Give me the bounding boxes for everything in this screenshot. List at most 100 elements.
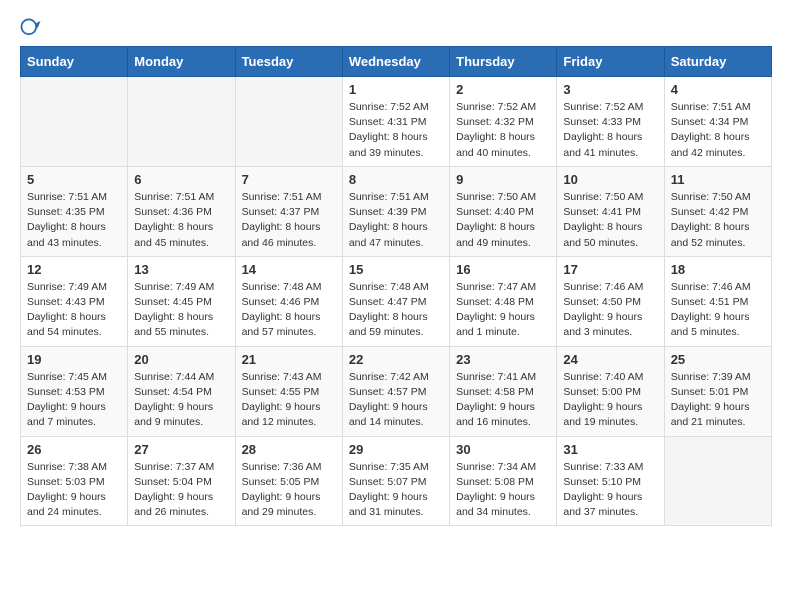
day-number: 27 xyxy=(134,442,228,457)
weekday-header-monday: Monday xyxy=(128,47,235,77)
day-number: 29 xyxy=(349,442,443,457)
calendar-cell: 16 Sunrise: 7:47 AM Sunset: 4:48 PM Dayli… xyxy=(450,256,557,346)
calendar-cell: 15 Sunrise: 7:48 AM Sunset: 4:47 PM Dayli… xyxy=(342,256,449,346)
day-info: Sunrise: 7:52 AM Sunset: 4:33 PM Dayligh… xyxy=(563,100,657,161)
day-info: Sunrise: 7:37 AM Sunset: 5:04 PM Dayligh… xyxy=(134,460,228,521)
day-number: 9 xyxy=(456,172,550,187)
calendar-cell xyxy=(664,436,771,526)
calendar-cell: 24 Sunrise: 7:40 AM Sunset: 5:00 PM Dayli… xyxy=(557,346,664,436)
day-number: 21 xyxy=(242,352,336,367)
calendar-week-row: 12 Sunrise: 7:49 AM Sunset: 4:43 PM Dayli… xyxy=(21,256,772,346)
day-number: 2 xyxy=(456,82,550,97)
calendar-cell: 19Sunrise: 7:45 AM Sunset: 4:53 PM Dayli… xyxy=(21,346,128,436)
day-info: Sunrise: 7:42 AM Sunset: 4:57 PM Dayligh… xyxy=(349,370,443,431)
calendar-cell: 30Sunrise: 7:34 AM Sunset: 5:08 PM Dayli… xyxy=(450,436,557,526)
day-number: 19 xyxy=(27,352,121,367)
day-info: Sunrise: 7:51 AM Sunset: 4:35 PM Dayligh… xyxy=(27,190,121,251)
day-number: 8 xyxy=(349,172,443,187)
calendar-cell: 2Sunrise: 7:52 AM Sunset: 4:32 PM Daylig… xyxy=(450,77,557,167)
day-number: 12 xyxy=(27,262,121,277)
day-info: Sunrise: 7:47 AM Sunset: 4:48 PM Dayligh… xyxy=(456,280,550,341)
day-info: Sunrise: 7:50 AM Sunset: 4:40 PM Dayligh… xyxy=(456,190,550,251)
calendar-week-row: 5 Sunrise: 7:51 AM Sunset: 4:35 PM Daylig… xyxy=(21,166,772,256)
calendar-cell: 11 Sunrise: 7:50 AM Sunset: 4:42 PM Dayli… xyxy=(664,166,771,256)
day-info: Sunrise: 7:35 AM Sunset: 5:07 PM Dayligh… xyxy=(349,460,443,521)
day-info: Sunrise: 7:36 AM Sunset: 5:05 PM Dayligh… xyxy=(242,460,336,521)
logo-icon xyxy=(20,18,42,40)
day-number: 20 xyxy=(134,352,228,367)
calendar-week-row: 26 Sunrise: 7:38 AM Sunset: 5:03 PM Dayli… xyxy=(21,436,772,526)
day-info: Sunrise: 7:43 AM Sunset: 4:55 PM Dayligh… xyxy=(242,370,336,431)
day-info: Sunrise: 7:44 AM Sunset: 4:54 PM Dayligh… xyxy=(134,370,228,431)
day-info: Sunrise: 7:51 AM Sunset: 4:34 PM Dayligh… xyxy=(671,100,765,161)
day-number: 31 xyxy=(563,442,657,457)
day-number: 10 xyxy=(563,172,657,187)
calendar-cell xyxy=(128,77,235,167)
calendar-cell: 21 Sunrise: 7:43 AM Sunset: 4:55 PM Dayli… xyxy=(235,346,342,436)
calendar-cell: 14 Sunrise: 7:48 AM Sunset: 4:46 PM Dayli… xyxy=(235,256,342,346)
calendar-cell: 13 Sunrise: 7:49 AM Sunset: 4:45 PM Dayli… xyxy=(128,256,235,346)
day-number: 1 xyxy=(349,82,443,97)
weekday-header-saturday: Saturday xyxy=(664,47,771,77)
day-info: Sunrise: 7:51 AM Sunset: 4:39 PM Dayligh… xyxy=(349,190,443,251)
day-number: 13 xyxy=(134,262,228,277)
calendar-cell: 4Sunrise: 7:51 AM Sunset: 4:34 PM Daylig… xyxy=(664,77,771,167)
day-info: Sunrise: 7:34 AM Sunset: 5:08 PM Dayligh… xyxy=(456,460,550,521)
calendar-cell: 27 Sunrise: 7:37 AM Sunset: 5:04 PM Dayli… xyxy=(128,436,235,526)
page-header xyxy=(10,10,782,46)
day-number: 17 xyxy=(563,262,657,277)
day-number: 18 xyxy=(671,262,765,277)
calendar-cell: 9 Sunrise: 7:50 AM Sunset: 4:40 PM Daylig… xyxy=(450,166,557,256)
calendar-cell: 8 Sunrise: 7:51 AM Sunset: 4:39 PM Daylig… xyxy=(342,166,449,256)
day-number: 24 xyxy=(563,352,657,367)
day-number: 7 xyxy=(242,172,336,187)
day-info: Sunrise: 7:52 AM Sunset: 4:31 PM Dayligh… xyxy=(349,100,443,161)
calendar-table: SundayMondayTuesdayWednesdayThursdayFrid… xyxy=(20,46,772,526)
calendar-week-row: 19Sunrise: 7:45 AM Sunset: 4:53 PM Dayli… xyxy=(21,346,772,436)
weekday-header-tuesday: Tuesday xyxy=(235,47,342,77)
day-info: Sunrise: 7:50 AM Sunset: 4:41 PM Dayligh… xyxy=(563,190,657,251)
calendar-cell: 31 Sunrise: 7:33 AM Sunset: 5:10 PM Dayli… xyxy=(557,436,664,526)
day-number: 26 xyxy=(27,442,121,457)
calendar-cell: 26 Sunrise: 7:38 AM Sunset: 5:03 PM Dayli… xyxy=(21,436,128,526)
calendar-cell: 18 Sunrise: 7:46 AM Sunset: 4:51 PM Dayli… xyxy=(664,256,771,346)
calendar-cell xyxy=(235,77,342,167)
day-number: 3 xyxy=(563,82,657,97)
day-number: 5 xyxy=(27,172,121,187)
day-number: 25 xyxy=(671,352,765,367)
calendar-cell: 6 Sunrise: 7:51 AM Sunset: 4:36 PM Daylig… xyxy=(128,166,235,256)
day-number: 11 xyxy=(671,172,765,187)
day-info: Sunrise: 7:49 AM Sunset: 4:43 PM Dayligh… xyxy=(27,280,121,341)
day-info: Sunrise: 7:48 AM Sunset: 4:47 PM Dayligh… xyxy=(349,280,443,341)
calendar-header: SundayMondayTuesdayWednesdayThursdayFrid… xyxy=(21,47,772,77)
calendar-cell: 17 Sunrise: 7:46 AM Sunset: 4:50 PM Dayli… xyxy=(557,256,664,346)
calendar-cell: 5 Sunrise: 7:51 AM Sunset: 4:35 PM Daylig… xyxy=(21,166,128,256)
day-info: Sunrise: 7:49 AM Sunset: 4:45 PM Dayligh… xyxy=(134,280,228,341)
day-info: Sunrise: 7:50 AM Sunset: 4:42 PM Dayligh… xyxy=(671,190,765,251)
day-info: Sunrise: 7:51 AM Sunset: 4:37 PM Dayligh… xyxy=(242,190,336,251)
calendar-cell: 29 Sunrise: 7:35 AM Sunset: 5:07 PM Dayli… xyxy=(342,436,449,526)
day-info: Sunrise: 7:46 AM Sunset: 4:51 PM Dayligh… xyxy=(671,280,765,341)
day-number: 16 xyxy=(456,262,550,277)
day-number: 22 xyxy=(349,352,443,367)
day-info: Sunrise: 7:33 AM Sunset: 5:10 PM Dayligh… xyxy=(563,460,657,521)
weekday-header-friday: Friday xyxy=(557,47,664,77)
day-info: Sunrise: 7:41 AM Sunset: 4:58 PM Dayligh… xyxy=(456,370,550,431)
day-info: Sunrise: 7:38 AM Sunset: 5:03 PM Dayligh… xyxy=(27,460,121,521)
day-info: Sunrise: 7:51 AM Sunset: 4:36 PM Dayligh… xyxy=(134,190,228,251)
calendar-cell: 20 Sunrise: 7:44 AM Sunset: 4:54 PM Dayli… xyxy=(128,346,235,436)
day-info: Sunrise: 7:40 AM Sunset: 5:00 PM Dayligh… xyxy=(563,370,657,431)
weekday-header-wednesday: Wednesday xyxy=(342,47,449,77)
day-info: Sunrise: 7:48 AM Sunset: 4:46 PM Dayligh… xyxy=(242,280,336,341)
day-number: 28 xyxy=(242,442,336,457)
day-number: 15 xyxy=(349,262,443,277)
day-number: 23 xyxy=(456,352,550,367)
calendar-cell: 23 Sunrise: 7:41 AM Sunset: 4:58 PM Dayli… xyxy=(450,346,557,436)
calendar-cell: 22 Sunrise: 7:42 AM Sunset: 4:57 PM Dayli… xyxy=(342,346,449,436)
day-number: 6 xyxy=(134,172,228,187)
calendar-week-row: 1 Sunrise: 7:52 AM Sunset: 4:31 PM Daylig… xyxy=(21,77,772,167)
day-number: 14 xyxy=(242,262,336,277)
calendar-cell: 3 Sunrise: 7:52 AM Sunset: 4:33 PM Daylig… xyxy=(557,77,664,167)
day-info: Sunrise: 7:46 AM Sunset: 4:50 PM Dayligh… xyxy=(563,280,657,341)
day-info: Sunrise: 7:39 AM Sunset: 5:01 PM Dayligh… xyxy=(671,370,765,431)
